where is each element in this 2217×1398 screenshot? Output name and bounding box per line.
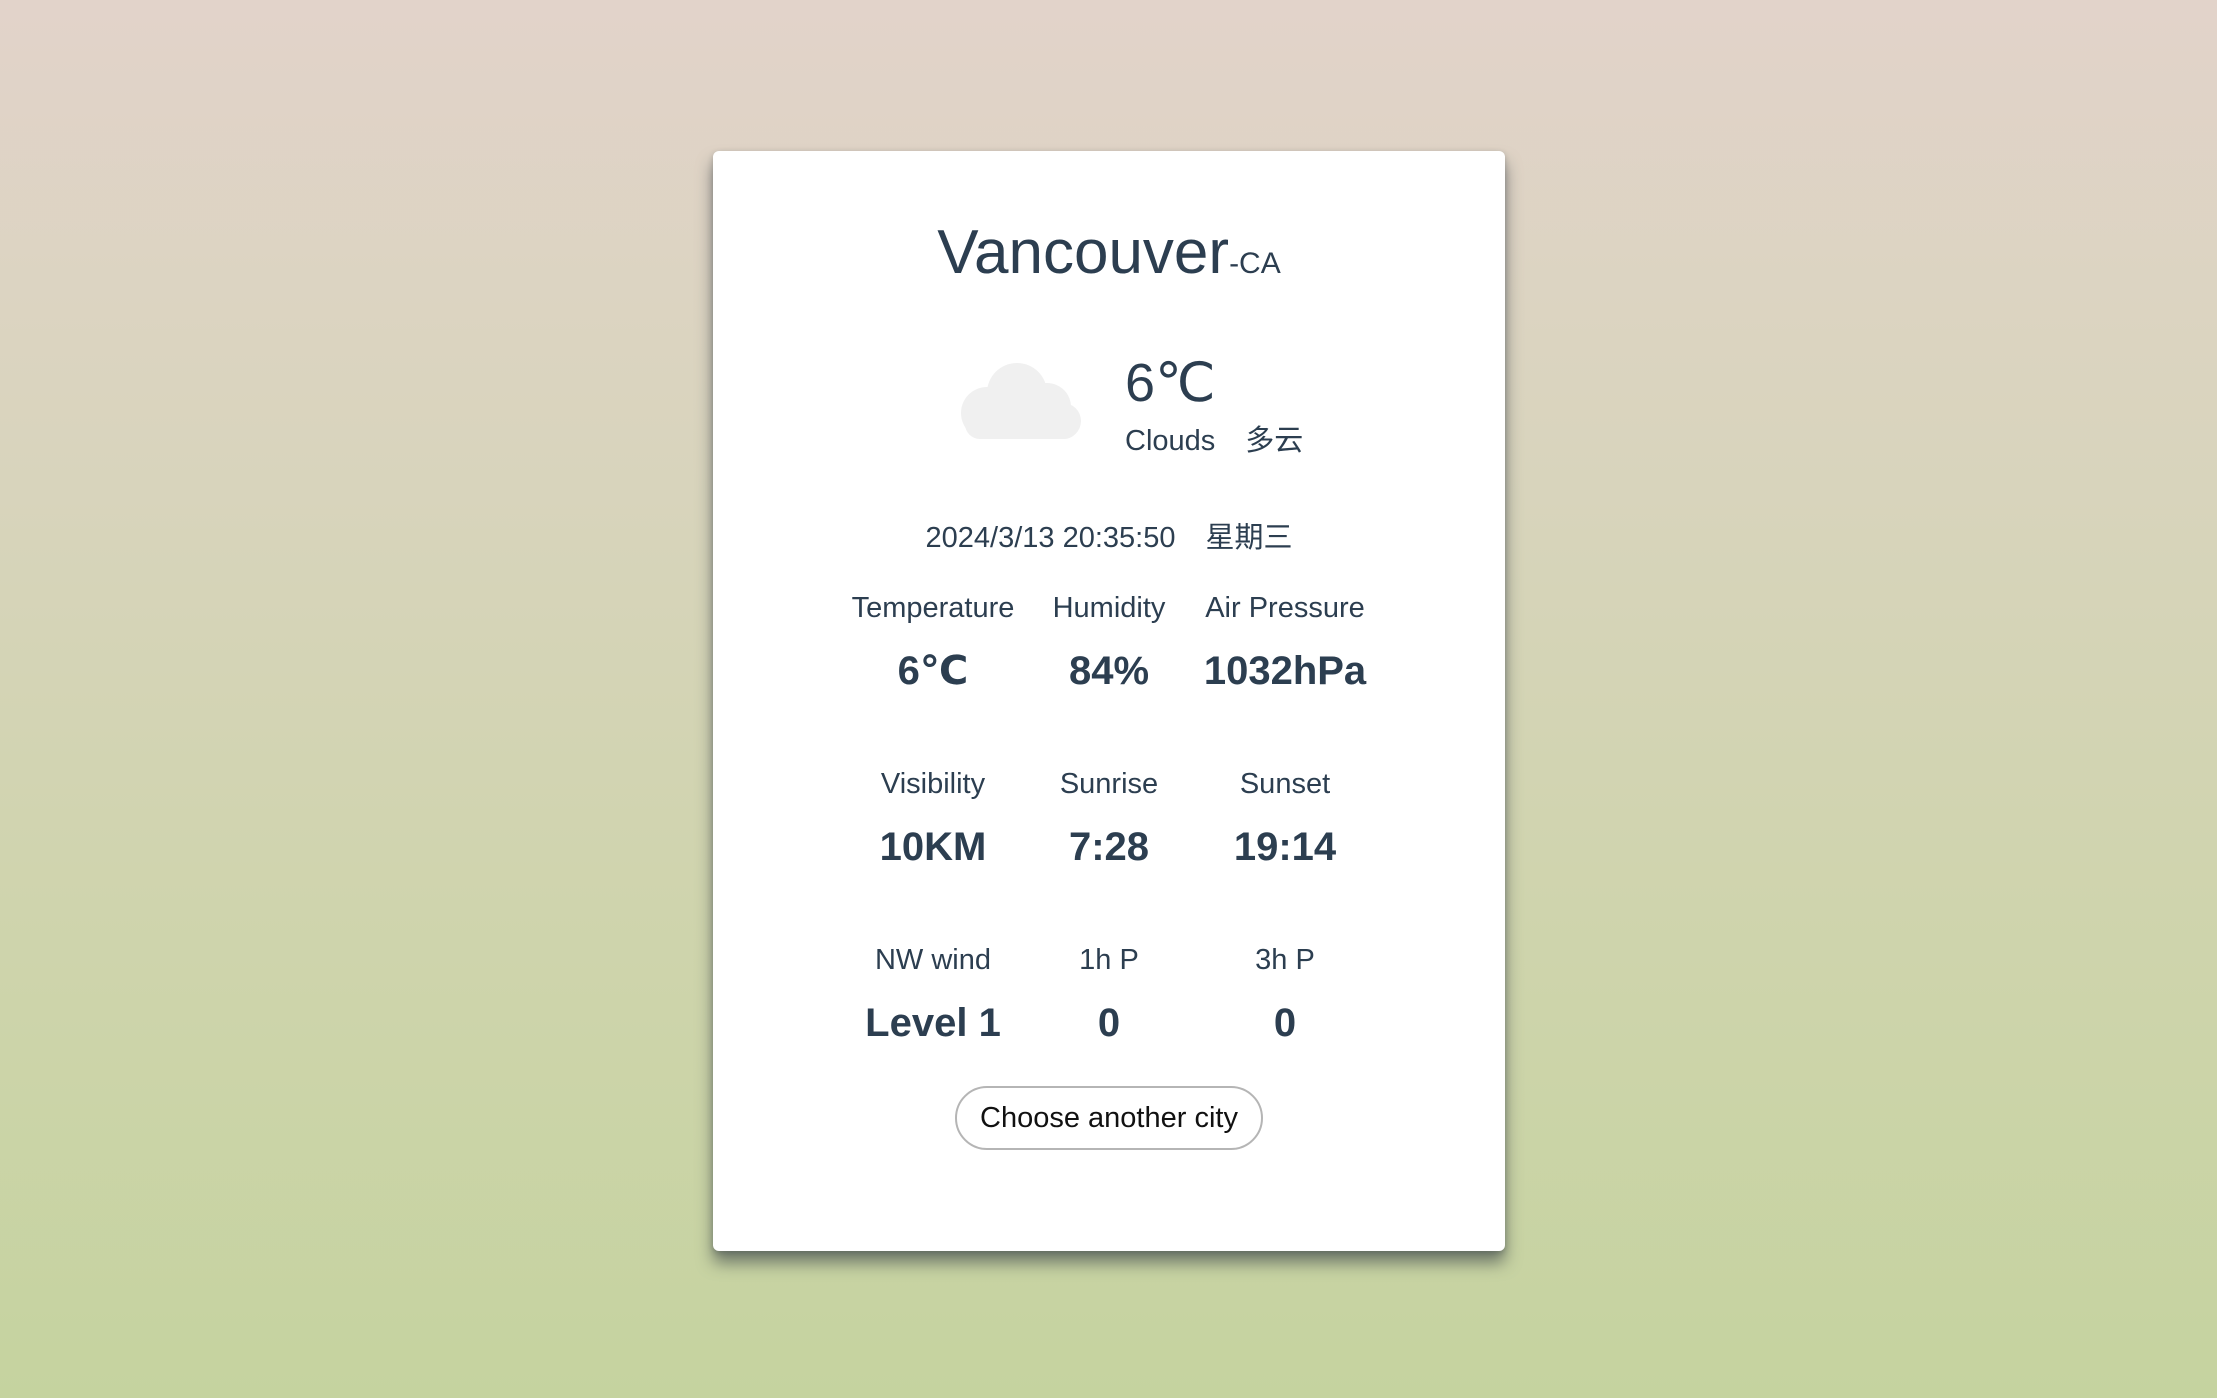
detail-label: Humidity bbox=[1052, 592, 1166, 624]
detail-value: Level 1 bbox=[865, 1001, 1001, 1045]
detail-visibility: Visibility 10KM bbox=[833, 764, 1033, 872]
detail-label: 1h P bbox=[1079, 944, 1139, 976]
detail-sunset: Sunset 19:14 bbox=[1185, 764, 1385, 872]
detail-humidity: Humidity 84% bbox=[1009, 588, 1209, 696]
detail-value: 84% bbox=[1068, 649, 1150, 693]
detail-label: Air Pressure bbox=[1205, 592, 1365, 624]
detail-value: 10KM bbox=[879, 825, 987, 869]
detail-label: Temperature bbox=[851, 592, 1015, 624]
detail-wind: NW wind Level 1 bbox=[833, 940, 1033, 1048]
detail-temperature: Temperature 6℃ bbox=[833, 588, 1033, 696]
detail-value: 7:28 bbox=[1068, 825, 1150, 869]
detail-value: 6℃ bbox=[897, 649, 969, 693]
detail-label: NW wind bbox=[874, 944, 991, 976]
weather-card: Vancouver-CA 6℃ Clouds 多云 2024/3/13 20:35… bbox=[713, 151, 1505, 1251]
detail-value: 19:14 bbox=[1233, 825, 1337, 869]
detail-1h-precipitation: 1h P 0 bbox=[1009, 940, 1209, 1048]
detail-value: 1032hPa bbox=[1203, 649, 1367, 693]
detail-value: 0 bbox=[1097, 1001, 1121, 1045]
detail-sunrise: Sunrise 7:28 bbox=[1009, 764, 1209, 872]
detail-label: 3h P bbox=[1255, 944, 1315, 976]
detail-label: Sunrise bbox=[1059, 768, 1159, 800]
detail-label: Visibility bbox=[880, 768, 986, 800]
detail-label: Sunset bbox=[1239, 768, 1331, 800]
detail-3h-precipitation: 3h P 0 bbox=[1185, 940, 1385, 1048]
choose-another-city-button[interactable]: Choose another city bbox=[955, 1086, 1263, 1150]
detail-value: 0 bbox=[1273, 1001, 1297, 1045]
detail-air-pressure: Air Pressure 1032hPa bbox=[1185, 588, 1385, 696]
